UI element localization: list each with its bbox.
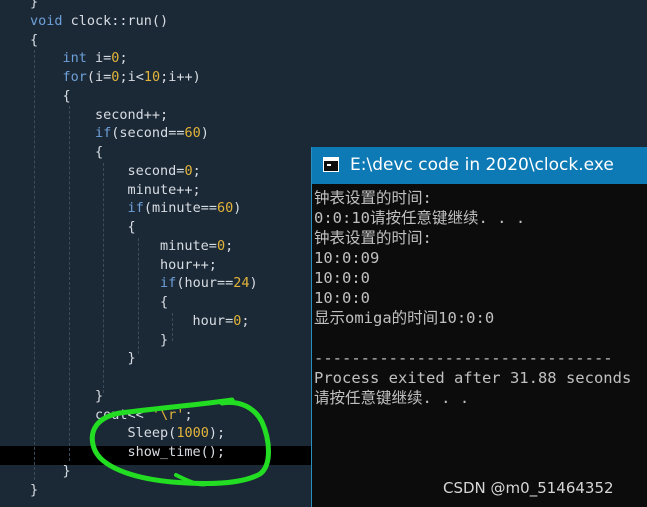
green-annotation-circle	[89, 397, 271, 487]
